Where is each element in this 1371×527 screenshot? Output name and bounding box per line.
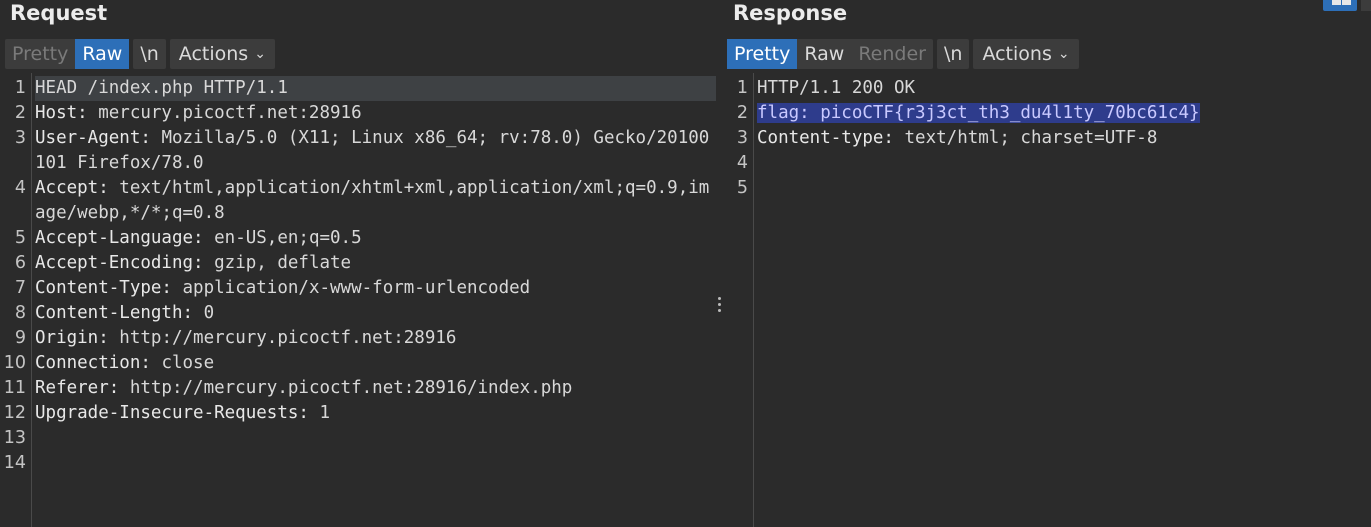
request-code: 1 HEAD /index.php HTTP/1.1 2 Host: mercury… — [0, 76, 716, 476]
response-actions-button[interactable]: Actions ⌄ — [973, 39, 1078, 69]
header-value: http://mercury.picoctf.net:28916/index.p… — [129, 378, 573, 398]
line-number: 1 — [14, 78, 26, 98]
request-title: Request — [10, 1, 108, 25]
code-line: 14​ — [0, 451, 716, 476]
response-tab-pretty[interactable]: Pretty — [727, 39, 798, 69]
header-key: Upgrade-Insecure-Requests: — [35, 403, 320, 423]
code-line: 1 HTTP/1.1 200 OK — [722, 76, 1371, 101]
response-title: Response — [733, 1, 848, 25]
response-toolbar: Pretty Raw Render \n Actions ⌄ — [727, 39, 1083, 69]
response-actions-group: Actions ⌄ — [973, 39, 1079, 69]
header-value: 1 — [319, 403, 331, 423]
code-line: 2 Host: mercury.picoctf.net:28916 — [0, 101, 716, 126]
code-line: 11 Referer: http://mercury.picoctf.net:28… — [0, 376, 716, 401]
header-key: Connection: — [35, 353, 162, 373]
chevron-down-icon: ⌄ — [254, 46, 266, 62]
header-key: Host: — [35, 103, 99, 123]
response-pane: Response Pretty Raw Render \n Actions ⌄ 1… — [722, 0, 1371, 527]
header-value: close — [161, 353, 215, 373]
line-number: 4 — [736, 153, 748, 173]
request-actions-button[interactable]: Actions ⌄ — [170, 39, 275, 69]
code-line: 1 HEAD /index.php HTTP/1.1 — [0, 76, 716, 101]
line-number: 1 — [736, 78, 748, 98]
line-number: 7 — [14, 278, 26, 298]
header-key: Content-Length: — [35, 303, 204, 323]
header-value: mercury.picoctf.net:28916 — [98, 103, 362, 123]
line-number: 11 — [3, 378, 26, 398]
layout-option-icon[interactable] — [1361, 0, 1371, 11]
line-number: 9 — [14, 328, 26, 348]
header-key: Accept-Language: — [35, 228, 215, 248]
code-line: 5​ — [722, 176, 1371, 201]
line-number: 3 — [14, 128, 26, 148]
header-key: flag: — [757, 103, 821, 123]
line-number: 2 — [736, 103, 748, 123]
request-actions-group: Actions ⌄ — [169, 39, 275, 69]
code-line: 12 Upgrade-Insecure-Requests: 1 — [0, 401, 716, 426]
line-number: 14 — [3, 453, 26, 473]
code-line: 4​ — [722, 151, 1371, 176]
response-tab-render[interactable]: Render — [851, 39, 933, 69]
request-pane: Request Pretty Raw \n Actions ⌄ 1 HEAD /in… — [0, 0, 716, 527]
line-number: 10 — [3, 353, 26, 373]
response-editor[interactable]: 1 HTTP/1.1 200 OK 2 flag: picoCTF{r3j3ct_t… — [722, 73, 1371, 527]
header-key: Referer: — [35, 378, 130, 398]
code-line: 9 Origin: http://mercury.picoctf.net:2891… — [0, 326, 716, 351]
response-tab-raw[interactable]: Raw — [797, 39, 851, 69]
line-number: 5 — [14, 228, 26, 248]
line-number: 12 — [3, 403, 26, 423]
code-line: 4 Accept: text/html,application/xhtml+xml… — [0, 176, 716, 226]
code-line: 8 Content-Length: 0 — [0, 301, 716, 326]
line-number: 5 — [736, 178, 748, 198]
request-newline-toggle-group: \n — [133, 39, 166, 69]
line-number: 6 — [14, 253, 26, 273]
code-line: 13​ — [0, 426, 716, 451]
flag-value: picoCTF{r3j3ct_th3_du4l1ty_70bc61c4} — [820, 103, 1200, 123]
code-line: 2 flag: picoCTF{r3j3ct_th3_du4l1ty_70bc61… — [722, 101, 1371, 126]
response-view-mode-group: Pretty Raw Render — [727, 39, 933, 69]
code-line: 3 User-Agent: Mozilla/5.0 (X11; Linux x86… — [0, 126, 716, 176]
line-number: 13 — [3, 428, 26, 448]
header-value: text/html; charset=UTF-8 — [904, 128, 1158, 148]
header-key: User-Agent: — [35, 128, 162, 148]
response-code: 1 HTTP/1.1 200 OK 2 flag: picoCTF{r3j3ct_t… — [722, 76, 1371, 201]
header-value: http://mercury.picoctf.net:28916 — [119, 328, 457, 348]
header-key: Accept-Encoding: — [35, 253, 215, 273]
header-key: Accept: — [35, 178, 120, 198]
layout-toggle-icon[interactable] — [1323, 0, 1357, 11]
request-editor[interactable]: 1 HEAD /index.php HTTP/1.1 2 Host: mercury… — [0, 73, 716, 527]
code-line: 7 Content-Type: application/x-www-form-ur… — [0, 276, 716, 301]
request-newline-toggle[interactable]: \n — [133, 39, 165, 69]
line-number: 3 — [736, 128, 748, 148]
code-line: 5 Accept-Language: en-US,en;q=0.5 — [0, 226, 716, 251]
header-key: Origin: — [35, 328, 120, 348]
request-actions-label: Actions — [178, 43, 249, 65]
request-view-mode-group: Pretty Raw — [5, 39, 130, 69]
line-number: 2 — [14, 103, 26, 123]
request-tab-pretty[interactable]: Pretty — [5, 39, 75, 69]
line-number: 8 — [14, 303, 26, 323]
header-value: gzip, deflate — [214, 253, 352, 273]
header-value: text/html,application/xhtml+xml,applicat… — [35, 178, 710, 223]
header-value: en-US,en;q=0.5 — [214, 228, 362, 248]
header-key: Content-Type: — [35, 278, 183, 298]
response-actions-label: Actions — [982, 43, 1052, 65]
line-number: 4 — [14, 178, 26, 198]
request-tab-raw[interactable]: Raw — [75, 39, 130, 69]
code-line: 10 Connection: close — [0, 351, 716, 376]
header-value: 0 — [203, 303, 215, 323]
code-line: 6 Accept-Encoding: gzip, deflate — [0, 251, 716, 276]
request-toolbar: Pretty Raw \n Actions ⌄ — [5, 39, 279, 69]
header-key: Content-type: — [757, 128, 905, 148]
header-value: application/x-www-form-urlencoded — [182, 278, 531, 298]
code-line: 3 Content-type: text/html; charset=UTF-8 — [722, 126, 1371, 151]
chevron-down-icon: ⌄ — [1057, 46, 1070, 62]
response-newline-toggle-group: \n — [936, 39, 970, 69]
response-newline-toggle[interactable]: \n — [937, 39, 969, 69]
header-value: HTTP/1.1 200 OK — [757, 78, 916, 98]
header-value: HEAD /index.php HTTP/1.1 — [35, 78, 288, 98]
